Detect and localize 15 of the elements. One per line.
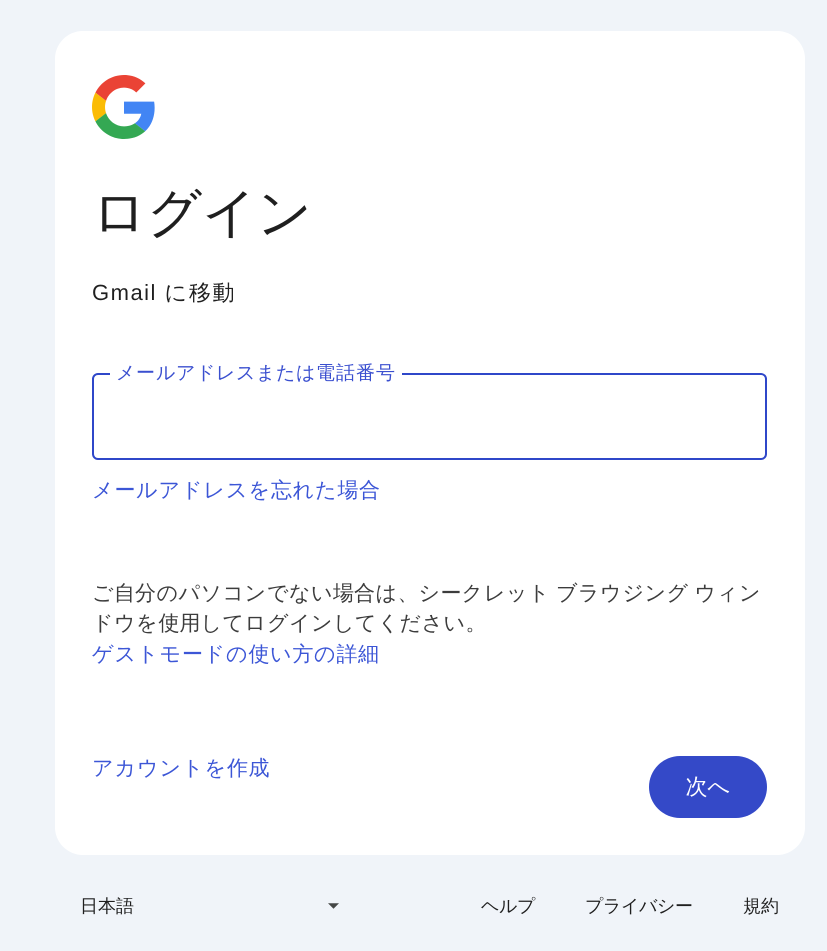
language-select[interactable]: 日本語 (80, 892, 345, 920)
footer-link[interactable]: ヘルプ (481, 892, 535, 920)
create-account-link[interactable]: アカウントを作成 (92, 756, 270, 782)
page-heading: ログイン (92, 182, 312, 245)
subheading: Gmail に移動 (92, 279, 236, 307)
language-label: 日本語 (80, 895, 134, 918)
caret-icon (328, 903, 339, 909)
footer-link[interactable]: プライバシー (585, 892, 693, 920)
forgot-email-link[interactable]: メールアドレスを忘れた場合 (92, 478, 380, 504)
letter-g-logo-icon (92, 75, 156, 139)
guest-notice-text: ご自分のパソコンでない場合は、シークレット ブラウジング ウィンドウを使用してログインしてください。 (92, 581, 762, 637)
guest-mode-link[interactable]: ゲストモードの使い方の詳細 (92, 639, 380, 670)
footer-link[interactable]: 規約 (743, 892, 779, 920)
email-field[interactable]: メールアドレスまたは電話番号 (92, 362, 767, 460)
next-button[interactable]: 次へ (649, 756, 767, 818)
